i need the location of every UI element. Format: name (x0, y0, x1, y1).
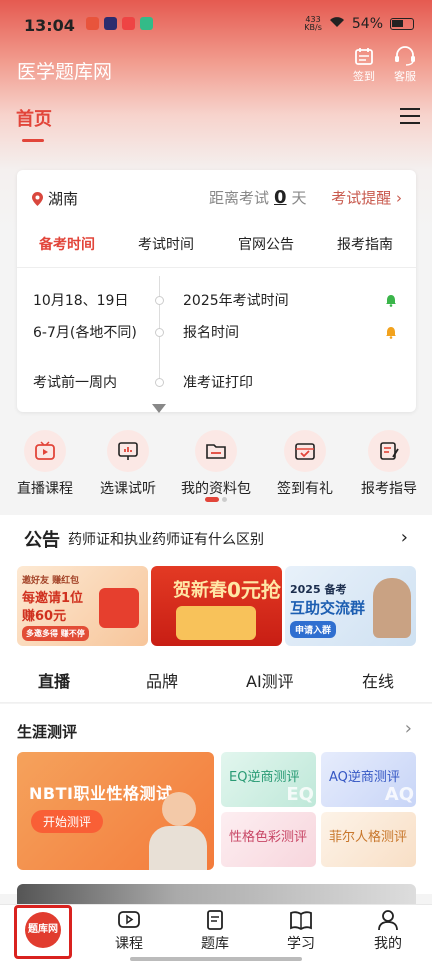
timeline-dot (155, 296, 164, 305)
checkin-button[interactable]: 签到 (346, 46, 382, 84)
category-tab-ai-assessment[interactable]: AI测评 (246, 668, 294, 692)
quick-link-live-course[interactable]: 直播课程 (2, 430, 88, 498)
nbti-test-card[interactable]: NBTI职业性格测试 开始测评 (17, 752, 214, 870)
exam-subtabs: 备考时间 考试时间 官网公告 报考指南 (17, 234, 416, 268)
app-logo: 题库网 (25, 912, 61, 948)
quick-link-my-materials[interactable]: 我的资料包 (173, 430, 259, 498)
promo-banners: 邀好友 赚红包 每邀请1位 赚60元 多邀多得 赚不停 贺新春 0元抢 2025… (0, 563, 432, 653)
category-tab-live[interactable]: 直播 (38, 668, 70, 692)
banner-invite-friends[interactable]: 邀好友 赚红包 每邀请1位 赚60元 多邀多得 赚不停 (17, 566, 148, 646)
subtab-prep-time[interactable]: 备考时间 (39, 234, 95, 254)
nav-question-bank[interactable]: 题库 (185, 909, 245, 953)
timeline-dot (155, 378, 164, 387)
question-book-icon (207, 910, 223, 930)
folder-icon (195, 430, 237, 472)
location-pin-icon (32, 191, 43, 206)
eq-test-card[interactable]: EQ逆商测评 EQ (221, 752, 316, 807)
subtab-official-notice[interactable]: 官网公告 (238, 234, 294, 254)
customer-service-button[interactable]: 客服 (387, 46, 423, 84)
app-notification-icon (86, 17, 99, 30)
headset-icon (395, 46, 415, 66)
active-tab-indicator (22, 139, 44, 142)
chart-board-icon (107, 430, 149, 472)
expand-arrow-icon[interactable] (152, 404, 166, 413)
quick-link-registration-guide[interactable]: 报考指导 (346, 430, 432, 498)
status-indicators: 433 KB/s 54% (304, 16, 414, 32)
bell-icon[interactable] (385, 326, 397, 339)
status-bar: 13:04 433 KB/s 54% (0, 0, 432, 50)
exam-countdown: 距离考试 0 天 (209, 187, 307, 208)
wifi-icon (329, 16, 345, 32)
open-book-icon (290, 911, 312, 931)
user-icon (378, 910, 398, 931)
timeline-dot (155, 328, 164, 337)
banner-study-group[interactable]: 2025 备考 互助交流群 申请入群 (285, 566, 416, 646)
quick-link-checkin-gift[interactable]: 签到有礼 (262, 430, 348, 498)
tab-home[interactable]: 首页 (16, 105, 52, 131)
aq-test-card[interactable]: AQ逆商测评 AQ (321, 752, 416, 807)
gift-box-icon (176, 606, 256, 640)
chevron-right-icon[interactable]: › (405, 718, 412, 739)
app-notification-icon (122, 17, 135, 30)
nav-study[interactable]: 学习 (271, 909, 331, 953)
career-assessment-section: 生涯测评 › NBTI职业性格测试 开始测评 EQ逆商测评 EQ AQ逆商测评 … (0, 704, 432, 894)
timeline-event: 2025年考试时间 (183, 293, 289, 309)
subtab-exam-time[interactable]: 考试时间 (138, 234, 194, 254)
notice-tag: 公告 (24, 530, 60, 551)
students-illustration (373, 578, 411, 638)
timeline-date: 10月18、19日 (33, 293, 129, 309)
start-assessment-button[interactable]: 开始测评 (31, 810, 104, 833)
tv-play-icon (24, 430, 66, 472)
timeline-date: 考试前一周内 (33, 375, 117, 391)
timeline-date: 6-7月(各地不同) (33, 325, 137, 341)
section-title: 生涯测评 (17, 723, 78, 741)
notice-text: 药师证和执业药师证有什么区别 (68, 532, 264, 548)
network-speed: 433 KB/s (304, 15, 322, 32)
personality-color-test-card[interactable]: 性格色彩测评 (221, 812, 316, 867)
app-notification-icon (104, 17, 117, 30)
app-notification-icon (140, 17, 153, 30)
play-screen-icon (118, 911, 140, 928)
calendar-icon (355, 48, 373, 65)
battery-percent: 54% (351, 16, 383, 32)
chevron-right-icon: › (400, 527, 408, 548)
notice-bar[interactable]: 公告 药师证和执业药师证有什么区别 › (0, 515, 432, 563)
banner-new-year-sale[interactable]: 贺新春 0元抢 (151, 566, 282, 646)
pager-dot-active (205, 497, 219, 502)
nav-home-button[interactable]: 题库网 (14, 905, 72, 959)
app-title: 医学题库网 (17, 61, 113, 83)
menu-icon[interactable] (400, 108, 420, 129)
exam-info-card: 湖南 距离考试 0 天 考试提醒 › 备考时间 考试时间 官网公告 报考指南 1… (17, 170, 416, 413)
location-selector[interactable]: 湖南 (31, 188, 78, 209)
category-tab-online[interactable]: 在线 (362, 668, 394, 692)
status-time: 13:04 (24, 16, 75, 35)
subtab-registration-guide[interactable]: 报考指南 (337, 234, 393, 254)
calendar-check-icon (284, 430, 326, 472)
quick-link-trial-course[interactable]: 选课试听 (85, 430, 171, 498)
gesture-bar (130, 957, 302, 961)
notification-icons (86, 17, 153, 30)
fil-personality-test-card[interactable]: 菲尔人格测评 (321, 812, 416, 867)
red-envelope-icon (99, 588, 139, 628)
pager-dot (222, 497, 227, 502)
bell-icon[interactable] (385, 294, 397, 307)
timeline-event: 报名时间 (183, 325, 239, 341)
carousel-pager (205, 497, 227, 502)
battery-icon (390, 18, 414, 30)
nav-profile[interactable]: 我的 (358, 909, 418, 953)
exam-reminder-link[interactable]: 考试提醒 › (331, 187, 402, 208)
nav-courses[interactable]: 课程 (99, 909, 159, 953)
timeline-event: 准考证打印 (183, 375, 253, 391)
person-illustration (162, 792, 196, 826)
document-edit-icon (368, 430, 410, 472)
category-tab-brand[interactable]: 品牌 (146, 668, 178, 692)
category-tabs: 直播 品牌 AI测评 在线 (0, 653, 432, 703)
